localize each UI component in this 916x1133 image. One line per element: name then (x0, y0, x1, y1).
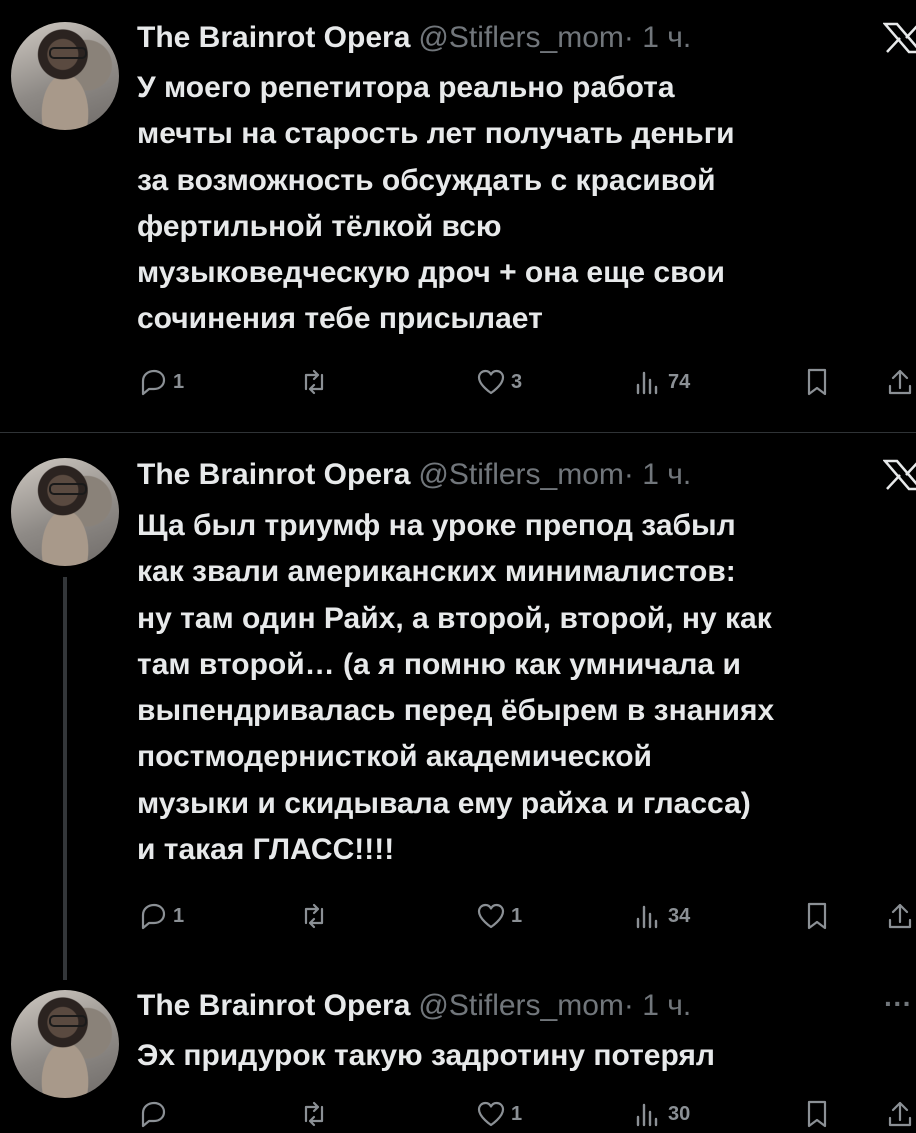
views-icon (636, 905, 658, 929)
author-handle[interactable]: @Stiflers_mom (418, 458, 624, 491)
author-handle[interactable]: @Stiflers_mom (418, 989, 624, 1022)
bookmark-button[interactable] (801, 1097, 833, 1131)
like-count: 1 (511, 1102, 523, 1125)
x-logo-icon (883, 459, 916, 491)
like-count: 1 (511, 904, 523, 927)
views-icon (636, 1103, 658, 1127)
reply-icon (141, 1101, 166, 1128)
tweet-header: The Brainrot Opera @Stiflers_mom· 1 ч. (137, 21, 691, 55)
author-name[interactable]: The Brainrot Opera (137, 989, 410, 1022)
repost-button[interactable] (298, 899, 334, 933)
like-button[interactable]: 1 (475, 1097, 522, 1131)
reply-icon (141, 903, 166, 930)
author-name[interactable]: The Brainrot Opera (137, 458, 410, 491)
share-icon (888, 369, 912, 395)
tweet-actions: 1 1 34 (0, 899, 916, 933)
avatar[interactable] (11, 22, 119, 130)
views-icon (636, 371, 658, 395)
avatar[interactable] (11, 458, 119, 566)
author-name[interactable]: The Brainrot Opera (137, 21, 410, 54)
x-logo-icon (883, 22, 916, 54)
views-button[interactable]: 74 (632, 365, 690, 399)
avatar[interactable] (11, 990, 119, 1098)
reply-icon (141, 369, 166, 396)
reply-button[interactable]: 1 (137, 365, 184, 399)
tweet-header: The Brainrot Opera @Stiflers_mom· 1 ч. (137, 989, 691, 1023)
tweet-time[interactable]: · 1 ч. (624, 458, 691, 491)
reply-count: 1 (173, 370, 185, 393)
tweet-text: Эх придурок такую задротину потерял (137, 1039, 715, 1072)
bookmark-icon (807, 1100, 827, 1128)
tweet-actions: 1 3 74 (0, 365, 916, 399)
repost-icon (304, 1101, 324, 1127)
view-count: 30 (668, 1102, 691, 1125)
heart-icon (477, 1101, 505, 1127)
share-icon (888, 1101, 912, 1127)
reply-button[interactable] (137, 1097, 173, 1131)
like-count: 3 (511, 370, 523, 393)
like-button[interactable]: 3 (475, 365, 522, 399)
share-icon (888, 903, 912, 929)
bookmark-icon (807, 368, 827, 396)
share-button[interactable] (884, 899, 916, 933)
repost-icon (304, 903, 324, 929)
view-count: 74 (668, 370, 691, 393)
reply-button[interactable]: 1 (137, 899, 184, 933)
thread-line (63, 577, 67, 980)
more-icon[interactable]: ··· (884, 988, 912, 1020)
tweet-text: Ща был триумф на уроке препод забыл как … (137, 509, 775, 867)
like-button[interactable]: 1 (475, 899, 522, 933)
repost-button[interactable] (298, 1097, 334, 1131)
tweet-time[interactable]: · 1 ч. (624, 989, 691, 1022)
reply-count: 1 (173, 904, 185, 927)
bookmark-icon (807, 902, 827, 930)
tweet-separator (0, 432, 916, 433)
heart-icon (477, 903, 505, 929)
heart-icon (477, 369, 505, 395)
views-button[interactable]: 30 (632, 1097, 690, 1131)
tweet-actions: 1 30 (0, 1097, 916, 1131)
views-button[interactable]: 34 (632, 899, 690, 933)
tweet-time[interactable]: · 1 ч. (624, 21, 691, 54)
tweet-text: У моего репетитора реально работа мечты … (137, 71, 735, 336)
tweet-header: The Brainrot Opera @Stiflers_mom· 1 ч. (137, 458, 691, 492)
share-button[interactable] (884, 365, 916, 399)
view-count: 34 (668, 904, 691, 927)
bookmark-button[interactable] (801, 365, 833, 399)
bookmark-button[interactable] (801, 899, 833, 933)
repost-button[interactable] (298, 365, 334, 399)
repost-icon (304, 369, 324, 395)
author-handle[interactable]: @Stiflers_mom (418, 21, 624, 54)
share-button[interactable] (884, 1097, 916, 1131)
